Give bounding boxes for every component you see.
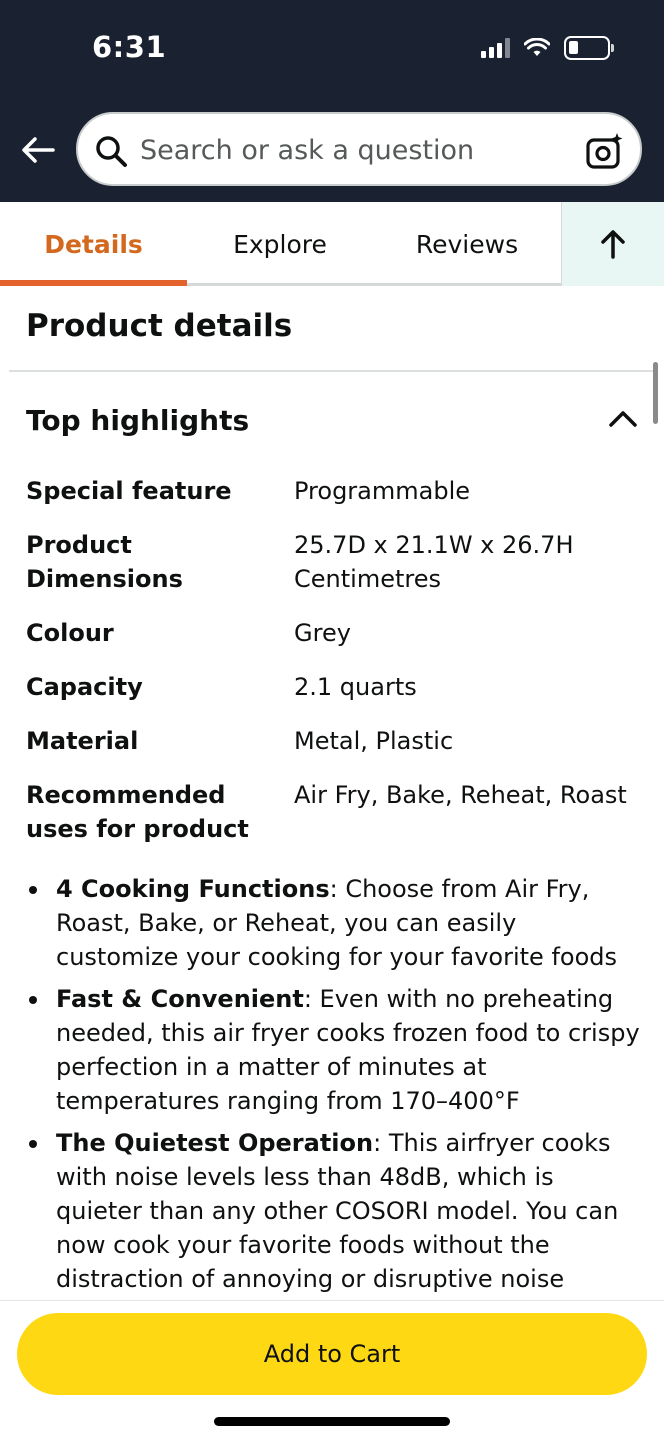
spec-value: 2.1 quarts [294, 673, 417, 701]
spec-table: Special feature Programmable Product Dim… [26, 474, 646, 866]
battery-icon [564, 36, 614, 60]
bullet-title: 4 Cooking Functions [56, 875, 330, 903]
list-item: The Quietest Operation: This airfryer co… [26, 1126, 646, 1296]
tab-bar: Details Explore Reviews [0, 202, 664, 286]
tab-details[interactable]: Details [0, 202, 187, 286]
spec-key: Product Dimensions [26, 531, 183, 593]
active-tab-indicator [0, 280, 187, 286]
cellular-signal-icon [481, 38, 510, 58]
tab-reviews[interactable]: Reviews [373, 202, 561, 286]
status-icons [481, 36, 614, 60]
spec-key: Capacity [26, 673, 143, 701]
home-indicator[interactable] [214, 1417, 450, 1426]
back-button[interactable] [18, 130, 58, 170]
camera-icon[interactable] [586, 132, 624, 170]
spec-value: Grey [294, 619, 351, 647]
search-icon [96, 136, 127, 167]
section-title: Product details [26, 308, 293, 344]
divider [9, 370, 655, 372]
bullet-title: Fast & Convenient [56, 985, 304, 1013]
tab-explore[interactable]: Explore [187, 202, 373, 286]
search-bar[interactable] [76, 112, 642, 186]
search-input[interactable] [140, 130, 570, 170]
spec-value: Metal, Plastic [294, 727, 454, 755]
list-item: Fast & Convenient: Even with no preheati… [26, 982, 646, 1118]
spec-value: 25.7D x 21.1W x 26.7H Centimetres [294, 531, 574, 593]
collapse-highlights-button[interactable] [608, 408, 638, 432]
spec-row: Colour Grey [26, 616, 646, 650]
list-item: 4 Cooking Functions: Choose from Air Fry… [26, 872, 646, 974]
feature-bullet-list: 4 Cooking Functions: Choose from Air Fry… [26, 872, 646, 1304]
spec-row: Capacity 2.1 quarts [26, 670, 646, 704]
bullet-title: The Quietest Operation [56, 1129, 374, 1157]
spec-row: Material Metal, Plastic [26, 724, 646, 758]
scrollbar[interactable] [653, 362, 658, 424]
spec-value: Air Fry, Bake, Reheat, Roast [294, 781, 627, 809]
add-to-cart-button[interactable]: Add to Cart [17, 1313, 647, 1395]
arrow-up-icon [601, 230, 625, 259]
spec-key: Material [26, 727, 139, 755]
spec-row: Product Dimensions 25.7D x 21.1W x 26.7H… [26, 528, 646, 596]
arrow-left-icon [22, 137, 55, 163]
status-time: 6:31 [92, 30, 167, 64]
scroll-top-button[interactable] [561, 202, 664, 286]
spec-value: Programmable [294, 477, 471, 505]
wifi-icon [524, 38, 550, 56]
spec-key: Colour [26, 619, 114, 647]
spec-row: Special feature Programmable [26, 474, 646, 508]
highlights-title: Top highlights [26, 404, 250, 437]
app-header: 6:31 [0, 0, 664, 202]
chevron-up-icon [609, 411, 637, 427]
spec-key: Recommended uses for product [26, 781, 249, 843]
spec-row: Recommended uses for product Air Fry, Ba… [26, 778, 646, 846]
bottom-action-bar: Add to Cart [0, 1300, 664, 1440]
spec-key: Special feature [26, 477, 232, 505]
